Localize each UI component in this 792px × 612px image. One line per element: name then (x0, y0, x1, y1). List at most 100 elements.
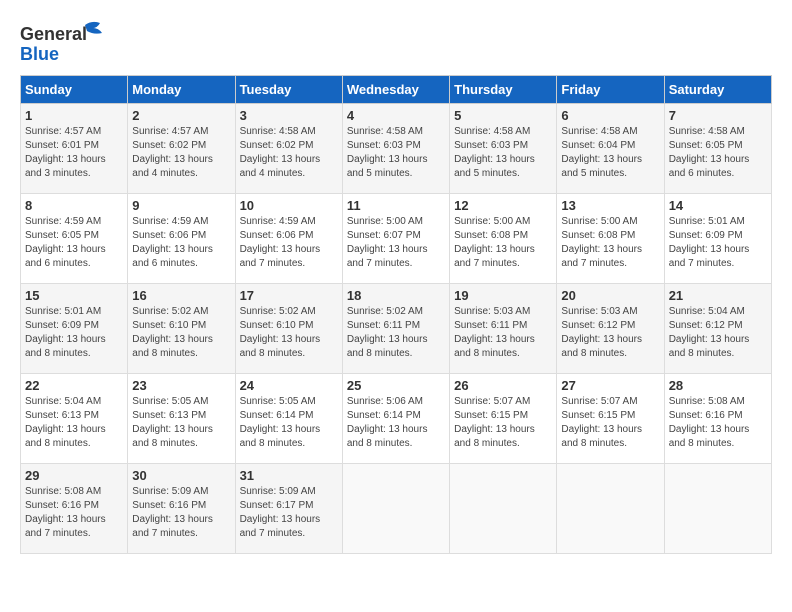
col-header-wednesday: Wednesday (342, 76, 449, 104)
day-number: 11 (347, 198, 445, 213)
calendar-cell (450, 464, 557, 554)
calendar-cell: 12 Sunrise: 5:00 AMSunset: 6:08 PMDayligh… (450, 194, 557, 284)
day-number: 15 (25, 288, 123, 303)
day-info: Sunrise: 5:08 AMSunset: 6:16 PMDaylight:… (669, 395, 767, 451)
day-info: Sunrise: 5:02 AMSunset: 6:10 PMDaylight:… (240, 305, 338, 361)
calendar-week-row: 15 Sunrise: 5:01 AMSunset: 6:09 PMDayligh… (21, 284, 772, 374)
day-number: 21 (669, 288, 767, 303)
day-info: Sunrise: 5:02 AMSunset: 6:10 PMDaylight:… (132, 305, 230, 361)
calendar-cell: 9 Sunrise: 4:59 AMSunset: 6:06 PMDaylight… (128, 194, 235, 284)
calendar-cell: 27Sunrise: 5:07 AMSunset: 6:15 PMDayligh… (557, 374, 664, 464)
day-info: Sunrise: 4:58 AMSunset: 6:03 PMDaylight:… (347, 125, 445, 181)
calendar-week-row: 8Sunrise: 4:59 AMSunset: 6:05 PMDaylight… (21, 194, 772, 284)
calendar-cell: 4Sunrise: 4:58 AMSunset: 6:03 PMDaylight… (342, 104, 449, 194)
day-info: Sunrise: 5:03 AMSunset: 6:11 PMDaylight:… (454, 305, 552, 361)
calendar-cell: 18 Sunrise: 5:02 AMSunset: 6:11 PMDayligh… (342, 284, 449, 374)
calendar-cell: 22 Sunrise: 5:04 AMSunset: 6:13 PMDayligh… (21, 374, 128, 464)
svg-text:General: General (20, 24, 87, 44)
logo: GeneralBlue (20, 20, 110, 65)
col-header-thursday: Thursday (450, 76, 557, 104)
calendar-cell: 16 Sunrise: 5:02 AMSunset: 6:10 PMDayligh… (128, 284, 235, 374)
day-info: Sunrise: 5:00 AMSunset: 6:08 PMDaylight:… (454, 215, 552, 271)
calendar-cell: 25 Sunrise: 5:06 AMSunset: 6:14 PMDayligh… (342, 374, 449, 464)
day-info: Sunrise: 5:00 AMSunset: 6:07 PMDaylight:… (347, 215, 445, 271)
day-number: 7 (669, 108, 767, 123)
calendar-week-row: 22 Sunrise: 5:04 AMSunset: 6:13 PMDayligh… (21, 374, 772, 464)
day-number: 10 (240, 198, 338, 213)
calendar-cell: 20 Sunrise: 5:03 AMSunset: 6:12 PMDayligh… (557, 284, 664, 374)
day-info: Sunrise: 5:01 AMSunset: 6:09 PMDaylight:… (25, 305, 123, 361)
calendar-cell: 29 Sunrise: 5:08 AMSunset: 6:16 PMDayligh… (21, 464, 128, 554)
calendar-cell: 23 Sunrise: 5:05 AMSunset: 6:13 PMDayligh… (128, 374, 235, 464)
col-header-monday: Monday (128, 76, 235, 104)
day-number: 22 (25, 378, 123, 393)
day-number: 3 (240, 108, 338, 123)
day-info: Sunrise: 5:09 AMSunset: 6:17 PMDaylight:… (240, 485, 338, 541)
calendar-cell (557, 464, 664, 554)
day-number: 30 (132, 468, 230, 483)
day-number: 1 (25, 108, 123, 123)
day-info: Sunrise: 5:05 AMSunset: 6:14 PMDaylight:… (240, 395, 338, 451)
calendar-cell: 28 Sunrise: 5:08 AMSunset: 6:16 PMDayligh… (664, 374, 771, 464)
day-number: 16 (132, 288, 230, 303)
col-header-sunday: Sunday (21, 76, 128, 104)
day-info: Sunrise: 5:09 AMSunset: 6:16 PMDaylight:… (132, 485, 230, 541)
day-number: 31 (240, 468, 338, 483)
day-info: Sunrise: 5:05 AMSunset: 6:13 PMDaylight:… (132, 395, 230, 451)
day-number: 26 (454, 378, 552, 393)
calendar-cell: 19Sunrise: 5:03 AMSunset: 6:11 PMDayligh… (450, 284, 557, 374)
calendar-cell: 31 Sunrise: 5:09 AMSunset: 6:17 PMDayligh… (235, 464, 342, 554)
calendar-cell: 24 Sunrise: 5:05 AMSunset: 6:14 PMDayligh… (235, 374, 342, 464)
day-info: Sunrise: 4:59 AMSunset: 6:06 PMDaylight:… (132, 215, 230, 271)
day-info: Sunrise: 4:57 AMSunset: 6:02 PMDaylight:… (132, 125, 230, 181)
calendar-cell: 6 Sunrise: 4:58 AMSunset: 6:04 PMDaylight… (557, 104, 664, 194)
calendar-week-row: 1 Sunrise: 4:57 AMSunset: 6:01 PMDaylight… (21, 104, 772, 194)
calendar-cell: 3 Sunrise: 4:58 AMSunset: 6:02 PMDaylight… (235, 104, 342, 194)
day-info: Sunrise: 5:02 AMSunset: 6:11 PMDaylight:… (347, 305, 445, 361)
calendar-cell: 11 Sunrise: 5:00 AMSunset: 6:07 PMDayligh… (342, 194, 449, 284)
calendar-cell: 21 Sunrise: 5:04 AMSunset: 6:12 PMDayligh… (664, 284, 771, 374)
day-info: Sunrise: 4:58 AMSunset: 6:02 PMDaylight:… (240, 125, 338, 181)
day-number: 9 (132, 198, 230, 213)
calendar-cell: 8Sunrise: 4:59 AMSunset: 6:05 PMDaylight… (21, 194, 128, 284)
day-info: Sunrise: 4:59 AMSunset: 6:06 PMDaylight:… (240, 215, 338, 271)
day-number: 27 (561, 378, 659, 393)
calendar-cell (664, 464, 771, 554)
day-info: Sunrise: 5:08 AMSunset: 6:16 PMDaylight:… (25, 485, 123, 541)
col-header-saturday: Saturday (664, 76, 771, 104)
day-number: 24 (240, 378, 338, 393)
day-number: 5 (454, 108, 552, 123)
day-number: 14 (669, 198, 767, 213)
day-number: 28 (669, 378, 767, 393)
calendar-cell: 2 Sunrise: 4:57 AMSunset: 6:02 PMDaylight… (128, 104, 235, 194)
calendar-table: SundayMondayTuesdayWednesdayThursdayFrid… (20, 75, 772, 554)
day-info: Sunrise: 5:03 AMSunset: 6:12 PMDaylight:… (561, 305, 659, 361)
day-number: 18 (347, 288, 445, 303)
day-info: Sunrise: 4:58 AMSunset: 6:03 PMDaylight:… (454, 125, 552, 181)
day-info: Sunrise: 5:04 AMSunset: 6:13 PMDaylight:… (25, 395, 123, 451)
day-number: 20 (561, 288, 659, 303)
calendar-cell: 26Sunrise: 5:07 AMSunset: 6:15 PMDayligh… (450, 374, 557, 464)
day-number: 23 (132, 378, 230, 393)
day-info: Sunrise: 5:01 AMSunset: 6:09 PMDaylight:… (669, 215, 767, 271)
col-header-friday: Friday (557, 76, 664, 104)
day-number: 13 (561, 198, 659, 213)
calendar-cell: 1 Sunrise: 4:57 AMSunset: 6:01 PMDaylight… (21, 104, 128, 194)
day-info: Sunrise: 4:58 AMSunset: 6:05 PMDaylight:… (669, 125, 767, 181)
page-header: GeneralBlue (20, 20, 772, 65)
day-number: 25 (347, 378, 445, 393)
day-number: 2 (132, 108, 230, 123)
day-number: 29 (25, 468, 123, 483)
day-info: Sunrise: 4:57 AMSunset: 6:01 PMDaylight:… (25, 125, 123, 181)
calendar-cell: 30 Sunrise: 5:09 AMSunset: 6:16 PMDayligh… (128, 464, 235, 554)
svg-text:Blue: Blue (20, 44, 59, 64)
day-info: Sunrise: 4:58 AMSunset: 6:04 PMDaylight:… (561, 125, 659, 181)
day-number: 6 (561, 108, 659, 123)
calendar-cell (342, 464, 449, 554)
day-info: Sunrise: 5:04 AMSunset: 6:12 PMDaylight:… (669, 305, 767, 361)
day-number: 12 (454, 198, 552, 213)
calendar-week-row: 29 Sunrise: 5:08 AMSunset: 6:16 PMDayligh… (21, 464, 772, 554)
calendar-header-row: SundayMondayTuesdayWednesdayThursdayFrid… (21, 76, 772, 104)
col-header-tuesday: Tuesday (235, 76, 342, 104)
day-info: Sunrise: 5:06 AMSunset: 6:14 PMDaylight:… (347, 395, 445, 451)
